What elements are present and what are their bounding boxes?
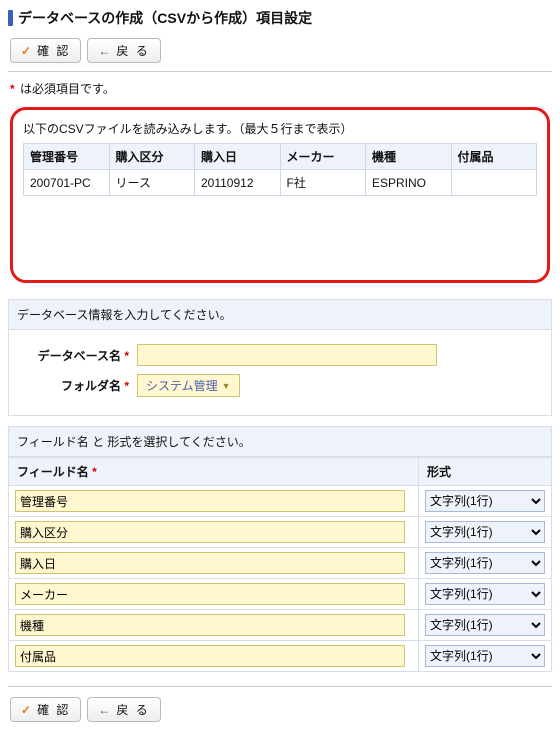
back-button-label: 戻 る	[116, 42, 149, 59]
folder-label: フォルダ名 *	[21, 377, 137, 394]
field-row: 文字列(1行)	[9, 579, 552, 610]
title-accent-bar	[8, 10, 13, 26]
field-type-select[interactable]: 文字列(1行)	[425, 521, 545, 543]
folder-select[interactable]: システム管理 ▼	[137, 374, 240, 397]
db-info-block: データベース名 * フォルダ名 * システム管理 ▼	[8, 330, 552, 416]
field-name-input[interactable]	[15, 552, 405, 574]
field-row: 文字列(1行)	[9, 517, 552, 548]
folder-select-value: システム管理	[146, 377, 218, 394]
csv-cell: F社	[280, 170, 366, 196]
field-name-input[interactable]	[15, 583, 405, 605]
field-type-select[interactable]: 文字列(1行)	[425, 490, 545, 512]
field-row: 文字列(1行)	[9, 641, 552, 672]
field-name-input[interactable]	[15, 645, 405, 667]
required-star-icon: *	[89, 465, 99, 479]
csv-caption: 以下のCSVファイルを読み込みします。（最大５行まで表示）	[23, 120, 537, 143]
back-button[interactable]: ← 戻 る	[87, 38, 160, 63]
arrow-left-icon: ←	[98, 44, 112, 58]
chevron-down-icon: ▼	[222, 381, 231, 391]
csv-header: 管理番号	[24, 144, 110, 170]
csv-row: 200701-PC リース 20110912 F社 ESPRINO	[24, 170, 537, 196]
csv-header: メーカー	[280, 144, 366, 170]
field-type-select[interactable]: 文字列(1行)	[425, 645, 545, 667]
required-note-text: は必須項目です。	[20, 82, 115, 96]
field-name-input[interactable]	[15, 521, 405, 543]
bottom-button-row: ✓ 確 認 ← 戻 る	[8, 686, 552, 726]
csv-cell: リース	[109, 170, 195, 196]
fields-col-type-header: 形式	[419, 458, 552, 486]
confirm-button-label: 確 認	[37, 701, 70, 718]
page-title-row: データベースの作成（CSVから作成）項目設定	[8, 6, 552, 34]
csv-preview-frame: 以下のCSVファイルを読み込みします。（最大５行まで表示） 管理番号 購入区分 …	[10, 107, 550, 283]
field-row: 文字列(1行)	[9, 610, 552, 641]
required-note: * は必須項目です。	[8, 72, 552, 107]
field-type-select[interactable]: 文字列(1行)	[425, 552, 545, 574]
field-name-input[interactable]	[15, 490, 405, 512]
db-name-input[interactable]	[137, 344, 437, 366]
field-row: 文字列(1行)	[9, 548, 552, 579]
csv-cell: 200701-PC	[24, 170, 110, 196]
field-name-input[interactable]	[15, 614, 405, 636]
confirm-button-label: 確 認	[37, 42, 70, 59]
check-icon: ✓	[21, 44, 33, 58]
check-icon: ✓	[21, 703, 33, 717]
field-type-select[interactable]: 文字列(1行)	[425, 583, 545, 605]
csv-header: 購入日	[195, 144, 281, 170]
required-star-icon: *	[124, 349, 131, 363]
required-star-icon: *	[10, 82, 17, 96]
csv-header: 購入区分	[109, 144, 195, 170]
csv-cell	[451, 170, 537, 196]
back-button-label: 戻 る	[116, 701, 149, 718]
fields-table: フィールド名 * 形式 文字列(1行) 文字列(1行) 文字列(1行) 文字列(1行)…	[8, 457, 552, 672]
field-row: 文字列(1行)	[9, 486, 552, 517]
csv-header: 機種	[366, 144, 452, 170]
csv-cell: 20110912	[195, 170, 281, 196]
confirm-button[interactable]: ✓ 確 認	[10, 697, 81, 722]
required-star-icon: *	[124, 379, 131, 393]
fields-col-name-header: フィールド名 *	[9, 458, 419, 486]
arrow-left-icon: ←	[98, 703, 112, 717]
page-title: データベースの作成（CSVから作成）項目設定	[18, 8, 312, 28]
db-info-section-header: データベース情報を入力してください。	[8, 299, 552, 330]
back-button[interactable]: ← 戻 る	[87, 697, 160, 722]
top-button-row: ✓ 確 認 ← 戻 る	[8, 34, 552, 72]
field-type-select[interactable]: 文字列(1行)	[425, 614, 545, 636]
db-name-label: データベース名 *	[21, 347, 137, 364]
confirm-button[interactable]: ✓ 確 認	[10, 38, 81, 63]
csv-header: 付属品	[451, 144, 537, 170]
csv-preview-table: 管理番号 購入区分 購入日 メーカー 機種 付属品 200701-PC リース …	[23, 143, 537, 196]
fields-section-header: フィールド名 と 形式を選択してください。	[8, 426, 552, 457]
csv-cell: ESPRINO	[366, 170, 452, 196]
